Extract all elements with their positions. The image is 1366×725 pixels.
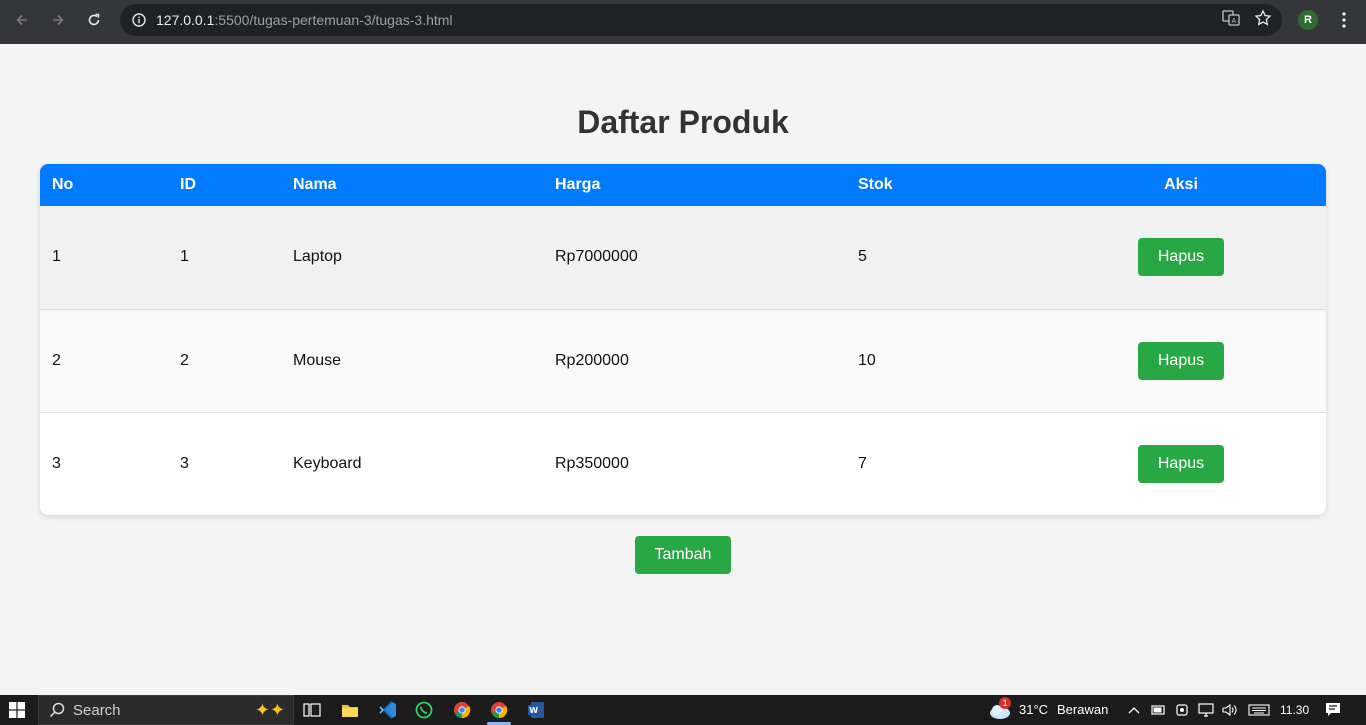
more-menu-icon[interactable] [1334, 10, 1354, 30]
table-row: 1 1 Laptop Rp7000000 5 Hapus [40, 206, 1326, 309]
svg-text:A: A [1232, 17, 1237, 25]
profile-avatar[interactable]: R [1298, 10, 1318, 30]
cell-nama: Keyboard [293, 454, 362, 472]
cell-no: 2 [52, 351, 61, 369]
translate-icon[interactable]: A [1222, 9, 1240, 32]
forward-icon[interactable] [40, 2, 76, 38]
table-row: 2 2 Mouse Rp200000 10 Hapus [40, 309, 1326, 412]
cell-harga: Rp200000 [555, 351, 629, 369]
cell-id: 3 [180, 454, 189, 472]
taskbar: Search ✦✦ W 1 31°C Berawan 11.30 [0, 695, 1366, 725]
product-table: No ID Nama Harga Stok Aksi 1 1 Laptop Rp… [40, 164, 1326, 515]
delete-button[interactable]: Hapus [1138, 341, 1224, 380]
cell-stok: 10 [858, 351, 876, 369]
network-icon[interactable] [1198, 702, 1214, 718]
column-header-id: ID [180, 176, 196, 193]
cell-harga: Rp7000000 [555, 248, 638, 266]
bookmark-star-icon[interactable] [1254, 8, 1272, 32]
cell-no: 3 [52, 454, 61, 472]
taskbar-search[interactable]: Search ✦✦ [38, 695, 294, 725]
temperature-text: 31°C [1019, 702, 1049, 717]
column-header-aksi: Aksi [1164, 176, 1198, 193]
column-header-stok: Stok [858, 176, 893, 193]
browser-toolbar: 127.0.0.1:5500/tugas-pertemuan-3/tugas-3… [0, 0, 1366, 44]
page-title: Daftar Produk [577, 104, 789, 140]
cell-id: 2 [180, 351, 189, 369]
cell-no: 1 [52, 248, 61, 266]
notification-icon[interactable] [1325, 702, 1341, 718]
word-icon[interactable]: W [526, 700, 546, 720]
cell-nama: Mouse [293, 351, 342, 369]
battery-icon[interactable] [1150, 702, 1166, 718]
table-header-row: No ID Nama Harga Stok Aksi [40, 164, 1326, 206]
search-placeholder: Search [73, 701, 121, 719]
task-view-icon[interactable] [302, 700, 322, 720]
search-icon [49, 702, 65, 718]
cell-stok: 7 [858, 454, 867, 472]
cell-aksi: Hapus [1036, 309, 1326, 412]
volume-icon[interactable] [1222, 702, 1238, 718]
url-path: :5500/tugas-pertemuan-3/tugas-3.html [214, 12, 453, 28]
cell-aksi: Hapus [1036, 206, 1326, 309]
column-header-no: No [52, 176, 74, 193]
column-header-nama: Nama [293, 176, 337, 193]
site-info-icon[interactable] [122, 4, 156, 36]
delete-button[interactable]: Hapus [1138, 444, 1224, 483]
back-icon[interactable] [4, 2, 40, 38]
column-header-harga: Harga [555, 176, 601, 193]
file-explorer-icon[interactable] [340, 700, 360, 720]
table-row: 3 3 Keyboard Rp350000 7 Hapus [40, 412, 1326, 515]
url-text: 127.0.0.1:5500/tugas-pertemuan-3/tugas-3… [156, 12, 453, 28]
clock-time[interactable]: 11.30 [1280, 703, 1309, 717]
cell-nama: Laptop [293, 248, 342, 266]
sparkle-icon: ✦✦ [254, 700, 285, 720]
weather-badge: 1 [999, 697, 1011, 709]
cell-aksi: Hapus [1036, 412, 1326, 515]
windows-start-icon[interactable] [9, 702, 25, 718]
add-button[interactable]: Tambah [635, 536, 731, 574]
chevron-up-icon[interactable] [1126, 702, 1142, 718]
vscode-icon[interactable] [378, 700, 398, 720]
reload-icon[interactable] [76, 2, 112, 38]
camera-icon[interactable] [1174, 702, 1190, 718]
chrome-icon[interactable] [452, 700, 472, 720]
delete-button[interactable]: Hapus [1138, 238, 1224, 277]
weather-text: Berawan [1057, 702, 1109, 717]
keyboard-icon[interactable] [1247, 702, 1271, 718]
cell-id: 1 [180, 248, 189, 266]
chrome-active-icon[interactable] [489, 700, 509, 720]
cell-stok: 5 [858, 248, 867, 266]
svg-text:W: W [529, 706, 538, 715]
cell-harga: Rp350000 [555, 454, 629, 472]
whatsapp-icon[interactable] [414, 700, 434, 720]
url-host: 127.0.0.1 [156, 12, 215, 28]
address-bar[interactable]: 127.0.0.1:5500/tugas-pertemuan-3/tugas-3… [120, 4, 1282, 36]
